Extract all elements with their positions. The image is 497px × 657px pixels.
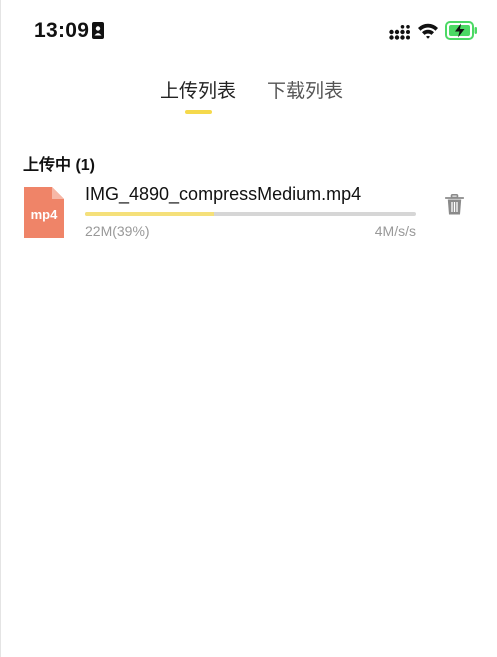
file-name: IMG_4890_compressMedium.mp4 <box>85 184 362 204</box>
upload-list-item[interactable]: mp4 IMG_4890_compressMedium.mp4 22M(39%)… <box>1 180 497 250</box>
uploading-section-title: 上传中 (1) <box>23 157 96 174</box>
id-card-icon <box>92 22 104 39</box>
cellular-signal-icon <box>389 25 410 40</box>
active-tab-indicator <box>185 110 212 114</box>
battery-charging-icon <box>445 21 477 40</box>
file-type-label: mp4 <box>30 207 58 222</box>
tab-download-list[interactable]: 下载列表 <box>267 76 343 103</box>
trash-icon[interactable] <box>445 194 464 216</box>
status-bar: 13:09 <box>1 0 497 64</box>
wifi-icon <box>418 23 438 39</box>
tab-bar: 上传列表 下载列表 <box>1 72 497 122</box>
upload-size-progress: 22M(39%) <box>85 223 150 239</box>
status-time: 13:09 <box>34 19 90 42</box>
upload-speed: 4M/s/s <box>374 223 416 239</box>
upload-list-screen: 13:09 上传列表 下载列表 上传中 (1) mp4 IMG_4890_com… <box>0 0 497 657</box>
upload-progress-fill <box>85 212 215 216</box>
upload-progress-bar <box>85 212 416 216</box>
tab-upload-list[interactable]: 上传列表 <box>160 76 236 103</box>
